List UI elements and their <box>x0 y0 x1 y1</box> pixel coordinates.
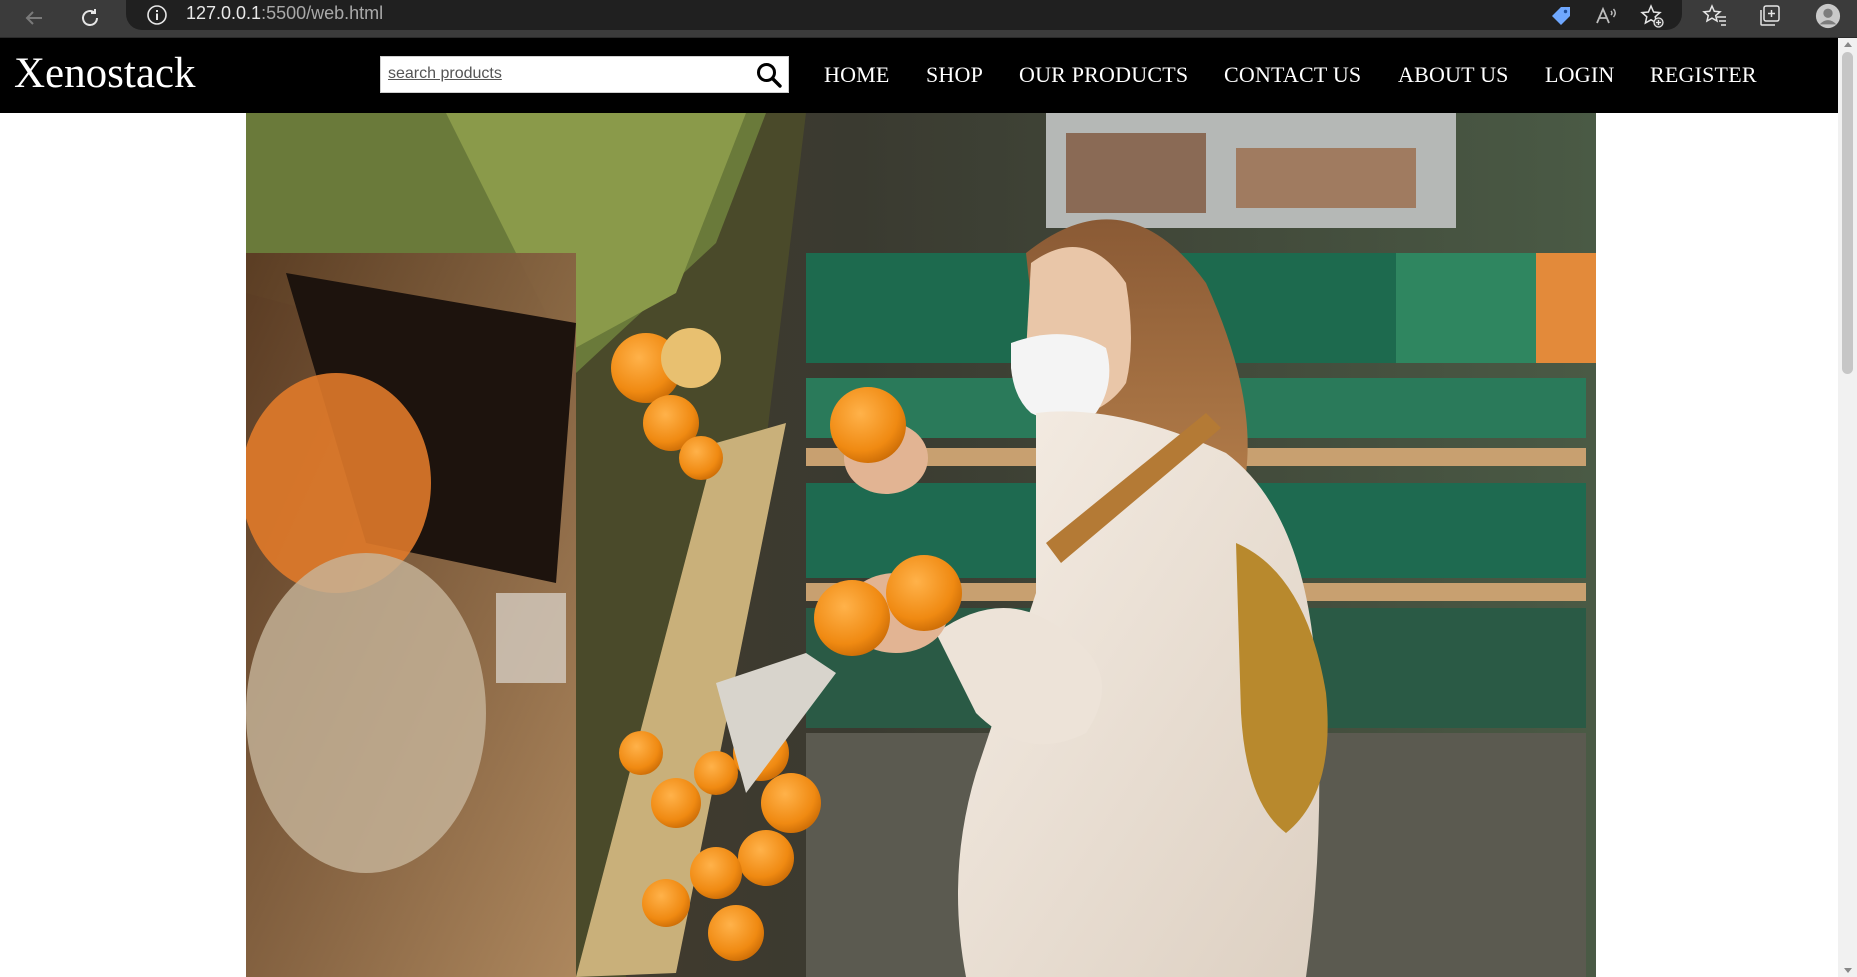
url-path: :5500/web.html <box>261 3 384 23</box>
search-bar: search products <box>380 56 789 93</box>
read-aloud-icon[interactable] <box>1593 3 1619 29</box>
nav-shop[interactable]: SHOP <box>926 62 983 88</box>
url-text[interactable]: 127.0.0.1:5500/web.html <box>186 3 383 24</box>
nav-login[interactable]: LOGIN <box>1545 62 1614 88</box>
info-icon[interactable] <box>146 4 168 26</box>
page-scrollbar[interactable] <box>1838 38 1857 977</box>
scroll-thumb[interactable] <box>1842 52 1853 374</box>
url-host: 127.0.0.1 <box>186 3 262 23</box>
nav-home[interactable]: HOME <box>824 62 890 88</box>
search-icon <box>757 62 782 88</box>
nav-our-products[interactable]: OUR PRODUCTS <box>1019 62 1188 88</box>
scroll-up-icon[interactable] <box>1844 42 1852 47</box>
nav-register[interactable]: REGISTER <box>1650 62 1757 88</box>
add-favorite-icon[interactable] <box>1639 3 1665 29</box>
tag-icon[interactable] <box>1548 3 1574 29</box>
search-input[interactable] <box>381 57 746 92</box>
site-header: Xenostack search products HOME SHOP OUR … <box>0 38 1838 113</box>
collections-icon[interactable] <box>1757 3 1783 29</box>
nav-about-us[interactable]: ABOUT US <box>1398 62 1509 88</box>
site-logo[interactable]: Xenostack <box>14 52 196 95</box>
back-arrow-icon[interactable] <box>20 4 48 32</box>
refresh-icon[interactable] <box>76 4 104 32</box>
favorites-icon[interactable] <box>1702 3 1728 29</box>
nav-contact-us[interactable]: CONTACT US <box>1224 62 1361 88</box>
profile-icon[interactable] <box>1815 3 1841 29</box>
search-button[interactable] <box>750 57 788 92</box>
browser-toolbar: 127.0.0.1:5500/web.html <box>0 0 1857 38</box>
scroll-down-icon[interactable] <box>1844 968 1852 973</box>
hero-image <box>246 113 1596 977</box>
